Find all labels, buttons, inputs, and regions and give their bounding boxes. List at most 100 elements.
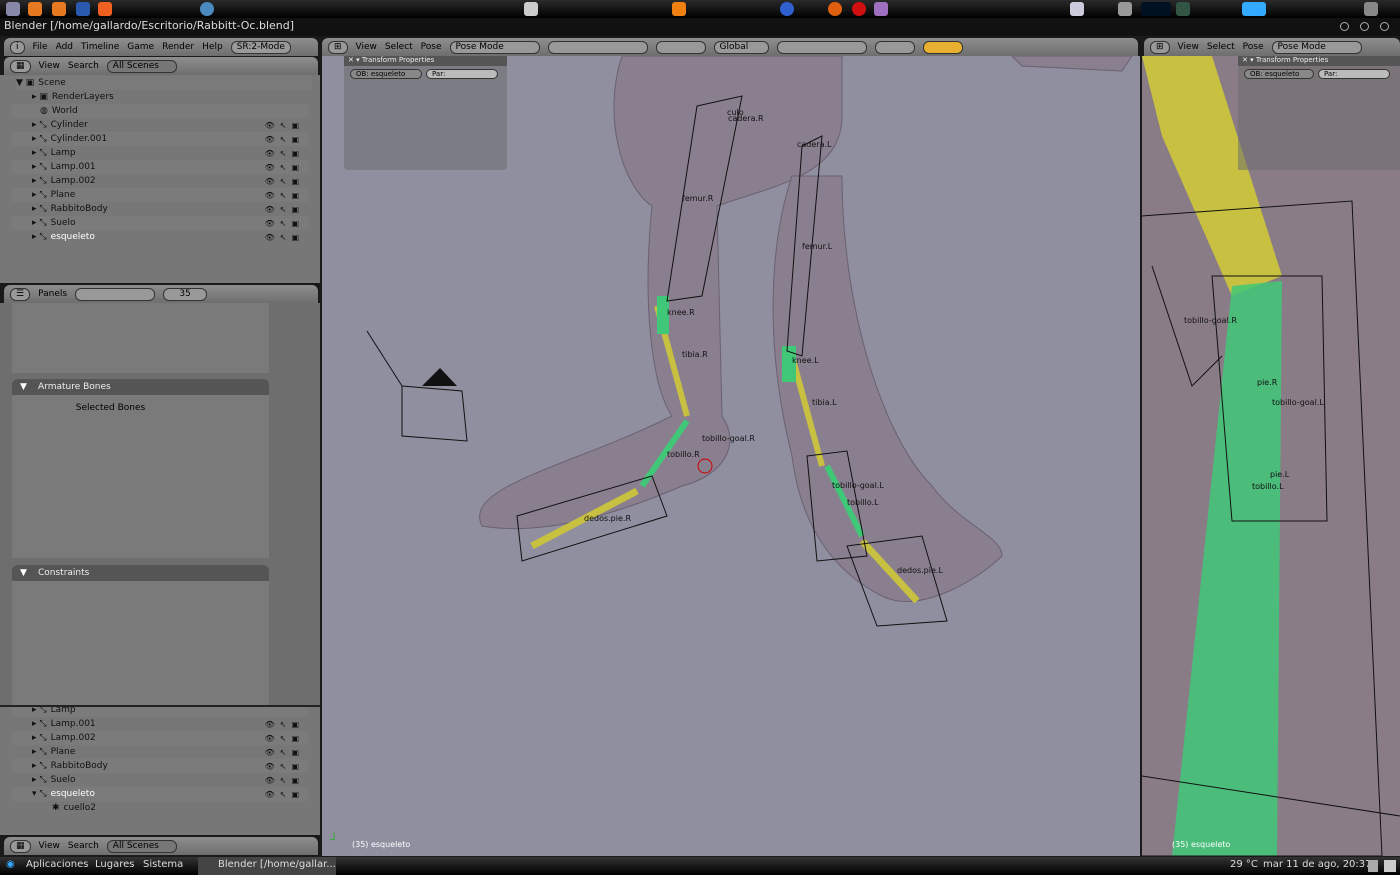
close-button[interactable] — [1380, 22, 1389, 31]
logout-icon[interactable] — [1384, 860, 1396, 872]
menu-render[interactable]: Render — [162, 42, 194, 52]
volume-icon[interactable] — [1118, 2, 1132, 16]
scene-filter-select[interactable]: All Scenes — [106, 839, 177, 853]
frame-field[interactable]: 35 — [163, 287, 208, 301]
object-name-field[interactable]: OB: esqueleto — [350, 69, 422, 79]
visibility-icons[interactable]: 👁↖▣ — [265, 191, 304, 200]
clock[interactable]: mar 11 de ago, 20:37 — [1263, 859, 1372, 870]
workspace-switcher[interactable] — [1242, 2, 1266, 16]
menu-view[interactable]: View — [356, 42, 377, 52]
editor-type-icon[interactable]: ▦ — [10, 839, 31, 853]
armature-bones-panel-title[interactable]: Armature Bones — [12, 379, 269, 395]
3d-viewport[interactable]: culo cadera.R cadera.L femur.R femur.L k… — [322, 56, 1140, 856]
blender-launcher-icon[interactable] — [52, 2, 66, 16]
menu-view[interactable]: View — [39, 841, 60, 851]
render-buttons[interactable] — [874, 40, 915, 54]
maya-launcher-icon[interactable] — [76, 2, 90, 16]
tree-item[interactable]: ▸ ⤡ Lamp.001 👁↖▣ — [12, 717, 308, 731]
google-earth-icon[interactable] — [780, 2, 794, 16]
menu-search[interactable]: Search — [68, 61, 99, 71]
parent-field[interactable]: Par: — [426, 69, 498, 79]
blender-launcher-icon[interactable] — [6, 2, 20, 16]
constraints-panel-title[interactable]: Constraints — [12, 565, 269, 581]
houdini-launcher-icon[interactable] — [98, 2, 112, 16]
tree-item[interactable]: ▸ ⤡ Plane 👁↖▣ — [12, 188, 308, 202]
visibility-icons[interactable]: 👁↖▣ — [265, 177, 304, 186]
maximize-button[interactable] — [1360, 22, 1369, 31]
screen-select[interactable]: SR:2-Mode — [230, 40, 291, 54]
orientation-select[interactable]: Global — [713, 40, 769, 54]
globe-launcher-icon[interactable] — [200, 2, 214, 16]
tree-item[interactable]: ◍ World — [12, 104, 308, 118]
visibility-icons[interactable]: 👁↖▣ — [265, 720, 304, 729]
visibility-icons[interactable]: 👁↖▣ — [265, 776, 304, 785]
app-launcher-icon[interactable] — [524, 2, 538, 16]
tray-icon[interactable] — [1070, 2, 1084, 16]
visibility-icons[interactable]: 👁↖▣ — [265, 149, 304, 158]
visibility-icons[interactable]: 👁↖▣ — [265, 205, 304, 214]
menu-panels[interactable]: Panels — [38, 289, 67, 299]
weather[interactable]: 29 °C — [1230, 859, 1258, 870]
menu-timeline[interactable]: Timeline — [81, 42, 119, 52]
visibility-icons[interactable]: 👁↖▣ — [265, 790, 304, 799]
visibility-icons[interactable]: 👁↖▣ — [265, 163, 304, 172]
tree-item[interactable]: ▸ ⤡ Lamp — [12, 707, 308, 717]
tree-item[interactable]: ▸ ⤡ Suelo 👁↖▣ — [12, 773, 308, 787]
editor-type-icon[interactable]: ⊞ — [328, 40, 348, 54]
visibility-icons[interactable]: 👁↖▣ — [265, 121, 304, 130]
vlc-icon[interactable] — [672, 2, 686, 16]
object-name-field[interactable]: OB: esqueleto — [1244, 69, 1314, 79]
scene-filter-select[interactable]: All Scenes — [106, 59, 177, 73]
panel-title[interactable]: ✕ ▾ Transform Properties — [1238, 56, 1400, 66]
tree-item[interactable]: ▸ ⤡ Cylinder 👁↖▣ — [12, 118, 308, 132]
menu-select[interactable]: Select — [385, 42, 413, 52]
menu-view[interactable]: View — [39, 61, 60, 71]
tree-item[interactable]: ▸ ⤡ RabbitoBody 👁↖▣ — [12, 202, 308, 216]
context-buttons[interactable] — [75, 287, 156, 301]
visibility-icons[interactable]: 👁↖▣ — [265, 734, 304, 743]
visibility-icons[interactable]: 👁↖▣ — [265, 748, 304, 757]
blender-launcher-icon[interactable] — [28, 2, 42, 16]
tree-item[interactable]: ▸ ⤡ RabbitoBody 👁↖▣ — [12, 759, 308, 773]
tree-item[interactable]: ▸ ⤡ esqueleto 👁↖▣ — [12, 230, 308, 244]
menu-places[interactable]: Lugares — [95, 859, 134, 870]
editor-type-icon[interactable]: ⊞ — [1150, 40, 1170, 54]
3d-viewport-2[interactable]: tobillo-goal.R pie.R tobillo-goal.L pie.… — [1142, 56, 1400, 856]
trash-icon[interactable] — [1368, 860, 1378, 872]
menu-help[interactable]: Help — [202, 42, 223, 52]
pidgin-icon[interactable] — [874, 2, 888, 16]
copy-paste-pose-buttons[interactable] — [922, 40, 963, 54]
tree-item[interactable]: ▸ ⤡ Suelo 👁↖▣ — [12, 216, 308, 230]
visibility-icons[interactable]: 👁↖▣ — [265, 135, 304, 144]
tree-item[interactable]: ▸ ⤡ Lamp 👁↖▣ — [12, 146, 308, 160]
menu-file[interactable]: File — [33, 42, 48, 52]
mode-select[interactable]: Pose Mode — [449, 40, 540, 54]
minimize-button[interactable] — [1340, 22, 1349, 31]
pivot-widget-buttons[interactable] — [547, 40, 648, 54]
visibility-icons[interactable]: 👁↖▣ — [265, 762, 304, 771]
layer-buttons[interactable] — [776, 40, 867, 54]
tree-item[interactable]: ▸ ⤡ Lamp.001 👁↖▣ — [12, 160, 308, 174]
menu-search[interactable]: Search — [68, 841, 99, 851]
tree-item[interactable]: ▸ ⤡ Cylinder.001 👁↖▣ — [12, 132, 308, 146]
info-icon[interactable]: i — [10, 40, 25, 54]
menu-add[interactable]: Add — [56, 42, 73, 52]
visibility-icons[interactable]: 👁↖▣ — [265, 233, 304, 242]
tree-item[interactable]: ▸ ⤡ Lamp.002 👁↖▣ — [12, 731, 308, 745]
tree-item[interactable]: ▸ ⤡ Lamp.002 👁↖▣ — [12, 174, 308, 188]
visibility-icons[interactable]: 👁↖▣ — [265, 219, 304, 228]
tree-item-scene[interactable]: ▼ ▣ Scene — [16, 76, 312, 90]
terminal-icon[interactable] — [1176, 2, 1190, 16]
menu-game[interactable]: Game — [127, 42, 154, 52]
mode-select[interactable]: Pose Mode — [1271, 40, 1362, 54]
editor-type-icon[interactable]: ☰ — [10, 287, 31, 301]
tree-item[interactable]: ✱ cuello2 — [12, 801, 308, 815]
opera-icon[interactable] — [852, 2, 866, 16]
menu-view[interactable]: View — [1178, 42, 1199, 52]
menu-system[interactable]: Sistema — [143, 859, 183, 870]
parent-field[interactable]: Par: — [1318, 69, 1390, 79]
tree-item[interactable]: ▾ ⤡ esqueleto 👁↖▣ — [12, 787, 308, 801]
tree-item[interactable]: ▸ ⤡ Plane 👁↖▣ — [12, 745, 308, 759]
menu-pose[interactable]: Pose — [421, 42, 442, 52]
manipulator-buttons[interactable] — [655, 40, 706, 54]
